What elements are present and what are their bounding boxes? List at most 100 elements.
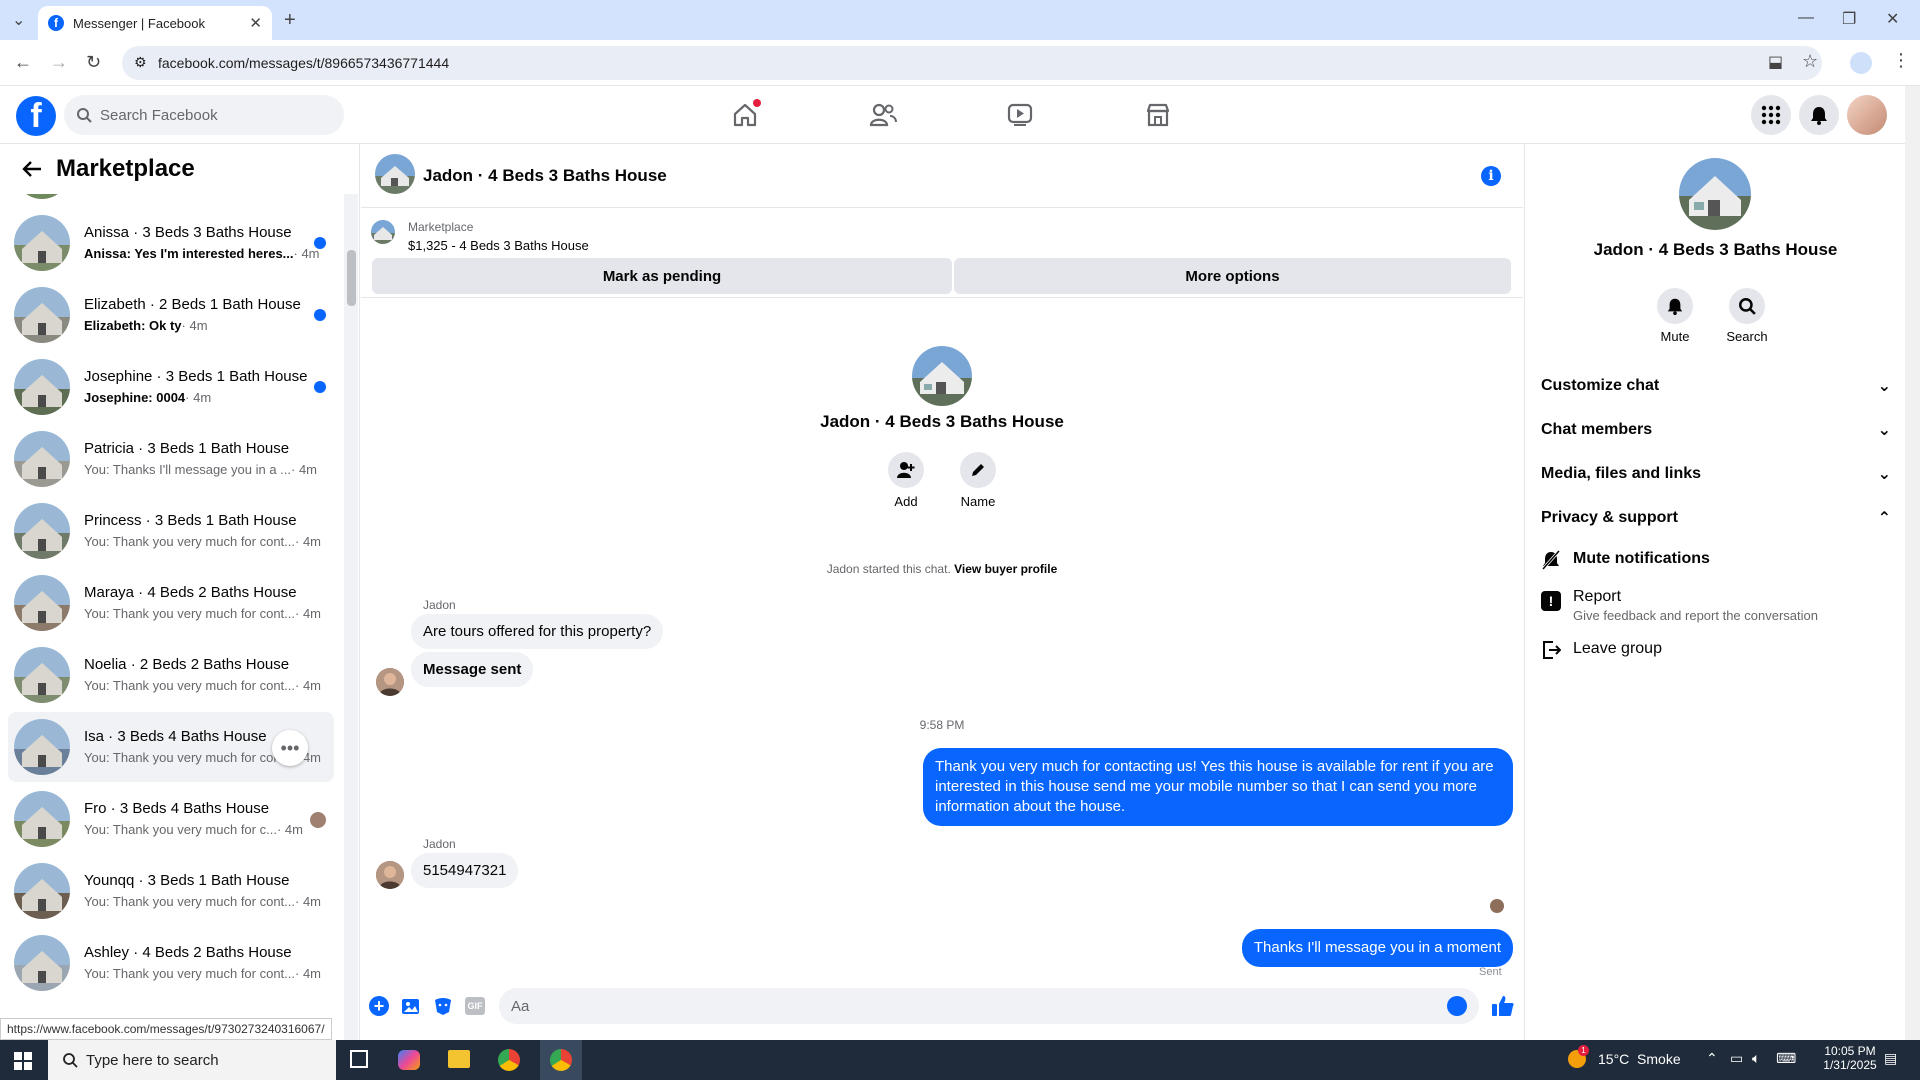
mute-notifications-item[interactable]: Mute notifications [1541,550,1710,570]
conversation-avatar[interactable] [14,575,70,631]
browser-menu-icon[interactable]: ⋮ [1892,50,1910,71]
thumbs-up-icon[interactable] [1491,994,1515,1018]
message-input[interactable]: Aa [499,988,1479,1024]
outgoing-message[interactable]: Thank you very much for contacting us! Y… [923,748,1513,826]
url-field[interactable]: ⚙ facebook.com/messages/t/89665734367714… [122,46,1822,80]
friends-icon[interactable] [866,98,900,132]
bookmark-star-icon[interactable]: ☆ [1802,51,1818,72]
install-icon[interactable]: ⬓ [1768,52,1783,72]
sticker-icon[interactable] [433,996,453,1016]
conversation-avatar[interactable] [14,791,70,847]
taskbar-search-input[interactable]: Type here to search [48,1040,336,1080]
conversation-avatar[interactable] [14,935,70,991]
add-label[interactable]: Add [881,494,931,509]
conversation-item[interactable]: Younqq · 3 Beds 1 Bath House You: Thank y… [8,856,334,926]
reload-icon[interactable]: ↻ [86,52,101,73]
more-options-button[interactable]: More options [954,258,1511,294]
volume-icon[interactable]: 🔈︎ [1752,1050,1760,1067]
conversation-item[interactable]: Noelia · 2 Beds 2 Baths House You: Thank … [8,640,334,710]
conversation-avatar[interactable] [14,503,70,559]
facebook-logo-icon[interactable]: f [16,96,56,136]
notifications-bell-icon[interactable] [1799,95,1839,135]
notification-center-icon[interactable]: ▤ [1884,1050,1897,1067]
mark-as-pending-button[interactable]: Mark as pending [372,258,952,294]
incoming-message[interactable]: 5154947321 [411,853,519,888]
search-chat-icon[interactable] [1729,288,1765,324]
tab-list-chevron-icon[interactable]: ⌄ [12,10,25,30]
conversation-item[interactable]: Ashley · 4 Beds 2 Baths House You: Thank … [8,928,334,998]
conversation-avatar[interactable] [14,719,70,775]
chrome-active-task[interactable] [540,1040,582,1080]
conversation-item[interactable]: Princess · 3 Beds 1 Bath House You: Thank… [8,496,334,566]
mute-label[interactable]: Mute [1645,329,1705,344]
weather-text[interactable]: 15°C Smoke [1598,1051,1681,1067]
conversation-item[interactable]: Anissa · 3 Beds 3 Baths House Anissa: Yes… [8,208,334,278]
facebook-search-input[interactable]: Search Facebook [64,95,344,135]
chrome-icon[interactable] [498,1049,520,1071]
name-label[interactable]: Name [953,494,1003,509]
incoming-message[interactable]: Message sent [411,652,534,687]
conversation-avatar[interactable] [14,287,70,343]
back-icon[interactable]: ← [14,52,32,73]
privacy-support-section[interactable]: Privacy & support ⌃ [1541,508,1891,528]
conversation-item[interactable]: Maraya · 4 Beds 2 Baths House You: Thank … [8,568,334,638]
conversation-item[interactable]: Patricia · 3 Beds 1 Bath House You: Thank… [8,424,334,494]
home-icon[interactable] [728,98,762,132]
conversation-avatar[interactable] [14,215,70,271]
conversation-avatar[interactable] [14,431,70,487]
conversation-item[interactable]: Elizabeth · 2 Beds 1 Bath House Elizabeth… [8,280,334,350]
conversation-item[interactable]: Isa · 3 Beds 4 Baths House You: Thank you… [8,712,334,782]
sender-avatar[interactable] [376,861,404,889]
account-avatar[interactable] [1847,95,1887,135]
report-item[interactable]: ! Report Give feedback and report the co… [1541,588,1818,623]
conversation-list-scrollbar[interactable] [344,194,358,1040]
keyboard-icon[interactable]: ⌨ [1776,1050,1796,1067]
menu-grid-icon[interactable] [1751,95,1791,135]
edit-name-pencil-icon[interactable] [960,452,996,488]
more-options-icon[interactable]: ••• [272,730,308,766]
info-icon[interactable]: i [1481,166,1501,186]
site-info-icon[interactable]: ⚙ [134,54,147,71]
clock[interactable]: 10:05 PM 1/31/2025 [1818,1044,1882,1072]
network-icon[interactable]: ▭ [1730,1050,1743,1067]
task-view-icon[interactable] [350,1050,368,1068]
tray-chevron-icon[interactable]: ⌃ [1706,1050,1718,1067]
sender-avatar[interactable] [376,668,404,696]
photo-icon[interactable] [401,996,421,1016]
chat-members-section[interactable]: Chat members ⌄ [1541,420,1891,440]
conversation-avatar[interactable] [14,863,70,919]
chat-title[interactable]: Jadon · 4 Beds 3 Baths House [423,166,667,186]
marketplace-icon[interactable] [1141,98,1175,132]
mute-bell-icon[interactable] [1657,288,1693,324]
search-label[interactable]: Search [1717,329,1777,344]
conversation-item[interactable]: Fro · 3 Beds 4 Baths House You: Thank you… [8,784,334,854]
customize-chat-section[interactable]: Customize chat ⌄ [1541,376,1891,396]
browser-tab[interactable]: f Messenger | Facebook ✕ [38,6,272,40]
close-window-icon[interactable]: ✕ [1886,9,1899,29]
emoji-icon[interactable] [1447,996,1467,1016]
media-files-links-section[interactable]: Media, files and links ⌄ [1541,464,1891,484]
file-explorer-icon[interactable] [448,1050,470,1068]
restore-icon[interactable]: ❐ [1842,9,1856,29]
gif-icon[interactable]: GIF [465,997,485,1015]
conversation-item[interactable]: Josephine · 3 Beds 1 Bath House Josephine… [8,352,334,422]
conversation-avatar[interactable] [14,647,70,703]
conversation-avatar[interactable] [14,359,70,415]
leave-group-item[interactable]: Leave group [1541,640,1662,660]
incoming-message[interactable]: Are tours offered for this property? [411,614,664,649]
minimize-icon[interactable]: — [1798,9,1814,27]
chat-house-avatar[interactable] [375,154,415,194]
scrollbar-thumb[interactable] [347,250,356,306]
view-buyer-profile-link[interactable]: View buyer profile [954,562,1057,576]
video-icon[interactable] [1003,98,1037,132]
outgoing-message[interactable]: Thanks I'll message you in a moment [1241,929,1513,967]
add-person-icon[interactable] [888,452,924,488]
plus-icon[interactable]: + [369,996,389,1016]
close-tab-icon[interactable]: ✕ [249,14,262,32]
new-tab-icon[interactable]: + [284,9,296,32]
forward-icon[interactable]: → [50,52,68,73]
listing-text[interactable]: $1,325 - 4 Beds 3 Baths House [408,238,589,253]
page-scrollbar[interactable] [1905,86,1920,1040]
windows-start-icon[interactable] [14,1052,32,1070]
back-arrow-icon[interactable] [22,160,42,178]
